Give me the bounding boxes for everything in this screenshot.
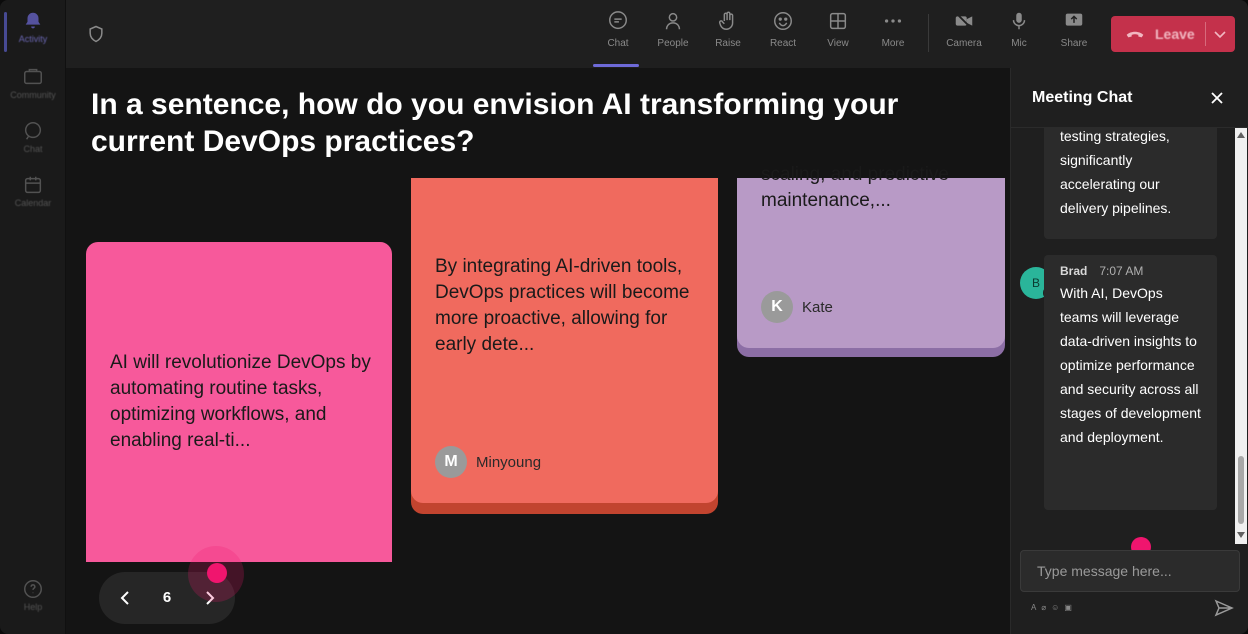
scroll-down-icon[interactable] — [1237, 532, 1245, 538]
calendar-icon — [24, 176, 42, 194]
toolbar-share-button[interactable]: Share — [1047, 10, 1101, 60]
message-text: With AI, DevOps teams will leverage data… — [1060, 285, 1201, 445]
question-title: In a sentence, how do you envision AI tr… — [91, 88, 899, 158]
grid-icon — [829, 12, 847, 30]
app-rail: Activity Community Chat Calendar Help — [0, 0, 66, 634]
chat-icon — [24, 122, 42, 140]
leave-divider — [1205, 22, 1206, 46]
meeting-app: Activity Community Chat Calendar Help Ch… — [0, 0, 1248, 634]
rail-item-community[interactable]: Community — [0, 66, 66, 116]
toolbar-label: More — [881, 38, 905, 49]
response-card[interactable]: scaling, and predictive maintenance,... … — [737, 164, 1005, 357]
brainstorm-board: In a sentence, how do you envision AI tr… — [66, 68, 1010, 634]
emoji-icon[interactable]: ☺ — [1051, 603, 1059, 612]
scroll-up-icon[interactable] — [1237, 132, 1245, 138]
chevron-down-icon[interactable] — [1212, 26, 1228, 42]
toolbar-view-button[interactable]: View — [811, 10, 865, 60]
bell-icon — [25, 12, 41, 29]
toolbar-label: Camera — [946, 38, 982, 49]
share-screen-icon — [1065, 13, 1083, 26]
gif-icon[interactable]: ▣ — [1064, 603, 1072, 612]
chat-message-input[interactable] — [1020, 550, 1240, 592]
card-author: K Kate — [761, 291, 833, 323]
toolbar-label: Raise — [715, 38, 741, 49]
cursor-indicator — [207, 563, 227, 583]
rail-label: Chat — [23, 144, 43, 154]
toolbar-mic-button[interactable]: Mic — [992, 10, 1046, 60]
page-number: 6 — [162, 589, 172, 606]
toolbar-camera-button[interactable]: Camera — [937, 10, 991, 60]
toolbar-label: View — [827, 38, 849, 49]
rail-item-chat[interactable]: Chat — [0, 120, 66, 170]
person-icon — [665, 12, 681, 30]
send-icon[interactable] — [1214, 598, 1234, 618]
meeting-toolbar: Chat People Raise React View More Camera — [66, 0, 1248, 68]
scrollbar-thumb[interactable] — [1238, 456, 1244, 524]
chat-messages[interactable]: testing strategies, significantly accele… — [1011, 128, 1248, 544]
toolbar-label: React — [769, 38, 797, 49]
leave-label: Leave — [1155, 26, 1195, 42]
chat-title: Meeting Chat — [1032, 89, 1133, 106]
smiley-icon — [774, 12, 792, 30]
toolbar-divider — [928, 14, 929, 52]
rail-item-calendar[interactable]: Calendar — [0, 174, 66, 224]
card-text: scaling, and predictive maintenance,... — [761, 164, 949, 211]
card-text: By integrating AI-driven tools, DevOps p… — [435, 256, 690, 355]
help-icon — [24, 580, 42, 598]
chevron-left-icon[interactable] — [115, 588, 135, 608]
close-icon[interactable] — [1209, 90, 1225, 106]
compose-tools: A ⌀ ☺ ▣ — [1031, 603, 1072, 612]
chat-message: testing strategies, significantly accele… — [1044, 128, 1217, 239]
avatar: M — [435, 446, 467, 478]
microphone-icon — [1012, 12, 1026, 30]
rail-label: Community — [10, 90, 56, 100]
community-icon — [24, 68, 42, 85]
response-card[interactable]: AI will revolutionize DevOps by automati… — [86, 242, 392, 562]
chat-header: Meeting Chat — [1011, 68, 1248, 128]
toolbar-react-button[interactable]: React — [756, 10, 810, 60]
meeting-chat-panel: Meeting Chat testing strategies, signifi… — [1010, 68, 1248, 634]
author-name: Kate — [802, 298, 833, 316]
toolbar-label: Mic — [1011, 38, 1027, 49]
message-meta: Brad 7:07 AM — [1060, 261, 1201, 281]
message-timestamp: 7:07 AM — [1099, 264, 1144, 278]
avatar: K — [761, 291, 793, 323]
toolbar-people-button[interactable]: People — [646, 10, 700, 60]
more-icon — [884, 19, 902, 23]
rail-label: Help — [23, 602, 43, 612]
hang-up-icon — [1126, 31, 1144, 38]
camera-off-icon — [955, 12, 973, 30]
toolbar-raise-button[interactable]: Raise — [701, 10, 755, 60]
rail-label: Activity — [18, 34, 48, 44]
toolbar-label: People — [657, 38, 689, 49]
author-name: Minyoung — [476, 453, 542, 471]
toolbar-label: Chat — [607, 38, 629, 49]
leave-button[interactable]: Leave — [1111, 16, 1235, 52]
chat-scrollbar[interactable] — [1235, 128, 1247, 544]
chat-icon — [609, 11, 627, 30]
rail-item-activity[interactable]: Activity — [0, 10, 66, 60]
rail-item-help[interactable]: Help — [0, 578, 66, 628]
hand-icon — [719, 11, 734, 30]
message-text: testing strategies, significantly accele… — [1060, 128, 1172, 216]
format-icon[interactable]: A — [1031, 603, 1036, 612]
chat-message: Brad 7:07 AM With AI, DevOps teams will … — [1044, 255, 1217, 510]
toolbar-label: Share — [1060, 38, 1088, 49]
response-card[interactable]: By integrating AI-driven tools, DevOps p… — [411, 178, 718, 514]
message-sender: Brad — [1060, 264, 1088, 278]
shield-icon[interactable] — [86, 24, 106, 44]
toolbar-more-button[interactable]: More — [866, 10, 920, 60]
card-author: M Minyoung — [435, 446, 541, 478]
attach-icon[interactable]: ⌀ — [1041, 603, 1046, 612]
toolbar-chat-button[interactable]: Chat — [591, 10, 645, 67]
card-text: AI will revolutionize DevOps by automati… — [110, 352, 371, 451]
rail-label: Calendar — [14, 198, 52, 208]
